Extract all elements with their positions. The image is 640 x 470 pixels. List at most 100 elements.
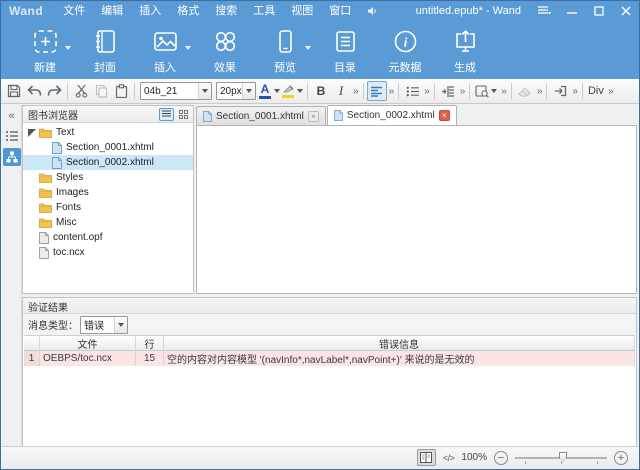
redo-button[interactable]	[44, 81, 64, 101]
detail-view-button[interactable]	[159, 108, 174, 121]
collapse-panel-button[interactable]: «	[3, 108, 21, 124]
tree-item-content-opf[interactable]: content.opf	[23, 230, 193, 245]
minimize-button[interactable]	[558, 1, 585, 21]
eraser-button[interactable]	[515, 81, 535, 101]
book-view-button[interactable]	[417, 449, 436, 466]
menu-insert[interactable]: 插入	[131, 1, 169, 21]
tree-item-styles-folder[interactable]: Styles	[23, 170, 193, 185]
grid-view-button[interactable]	[176, 108, 191, 121]
ribbon-label: 预览	[274, 59, 296, 75]
ribbon-label: 生成	[454, 59, 476, 75]
expander-icon[interactable]	[28, 129, 36, 137]
ribbon-effects-button[interactable]: 效果	[195, 24, 255, 79]
bullet-list-button[interactable]	[402, 81, 422, 101]
chevron-down-icon	[242, 83, 255, 99]
overflow-chevron[interactable]: »	[606, 86, 615, 97]
font-color-label: A	[261, 84, 270, 95]
insert-section-button[interactable]	[550, 81, 570, 101]
overflow-chevron[interactable]: »	[458, 86, 467, 97]
list-view-icon[interactable]	[3, 128, 21, 144]
ribbon-generate-button[interactable]: 生成	[435, 24, 495, 79]
ribbon-cover-button[interactable]: 封面	[75, 24, 135, 79]
tree-item-section-0002[interactable]: Section_0002.xhtml	[23, 155, 193, 170]
overflow-chevron[interactable]: »	[351, 86, 360, 97]
menu-format[interactable]: 格式	[169, 1, 207, 21]
tab-close-button[interactable]: ×	[308, 111, 319, 122]
ribbon-label: 新建	[34, 59, 56, 75]
tree-item-section-0001[interactable]: Section_0001.xhtml	[23, 140, 193, 155]
tree-item-images-folder[interactable]: Images	[23, 185, 193, 200]
page-preview-button[interactable]	[473, 81, 499, 101]
tree-item-fonts-folder[interactable]: Fonts	[23, 200, 193, 215]
paste-button[interactable]	[111, 81, 131, 101]
code-view-button[interactable]: </>	[443, 453, 455, 463]
tab-section-0001[interactable]: Section_0001.xhtml ×	[196, 106, 326, 125]
ribbon-insert-button[interactable]: 插入	[135, 24, 195, 79]
document-editor[interactable]	[196, 125, 637, 294]
validation-panel: 验证结果 消息类型： 错误 文件 行 错误信息 1 OEBPS/toc.ncx …	[22, 297, 637, 447]
tree-item-misc-folder[interactable]: Misc	[23, 215, 193, 230]
tree-item-toc-ncx[interactable]: toc.ncx	[23, 245, 193, 260]
ribbon-preview-button[interactable]: 预览	[255, 24, 315, 79]
ribbon-metadata-button[interactable]: i 元数据	[375, 24, 435, 79]
copy-button[interactable]	[91, 81, 111, 101]
menu-tools[interactable]: 工具	[245, 1, 283, 21]
font-family-select[interactable]: 04b_21	[140, 82, 212, 100]
tree-item-label: Text	[56, 127, 74, 138]
metadata-info-icon: i	[392, 24, 419, 58]
xhtml-file-icon	[52, 142, 62, 154]
book-browser-sitemap-icon[interactable]	[3, 148, 21, 166]
tab-section-0002[interactable]: Section_0002.xhtml ×	[327, 105, 457, 125]
menu-search[interactable]: 搜索	[207, 1, 245, 21]
overflow-chevron[interactable]: »	[499, 86, 508, 97]
validation-error-row[interactable]: 1 OEBPS/toc.ncx 15 空的内容对内容模型 '(navInfo*,…	[24, 351, 635, 366]
font-color-button[interactable]: A	[259, 81, 280, 101]
zoom-level: 100%	[461, 452, 487, 463]
save-button[interactable]	[4, 81, 24, 101]
column-header-line[interactable]: 行	[136, 336, 164, 351]
zoom-slider[interactable]	[515, 451, 607, 465]
ribbon-label: 插入	[154, 59, 176, 75]
column-header-file[interactable]: 文件	[40, 336, 136, 351]
highlight-color-button[interactable]	[282, 81, 303, 101]
overflow-chevron[interactable]: »	[422, 86, 431, 97]
div-button[interactable]: Div	[586, 81, 606, 101]
font-family-value: 04b_21	[144, 86, 177, 97]
column-header-message[interactable]: 错误信息	[164, 336, 635, 351]
ribbon-new-button[interactable]: 新建	[15, 24, 75, 79]
indent-button[interactable]	[438, 81, 458, 101]
undo-button[interactable]	[24, 81, 44, 101]
maximize-button[interactable]	[585, 1, 612, 21]
overflow-chevron[interactable]: »	[570, 86, 579, 97]
overflow-chevron[interactable]: »	[535, 86, 544, 97]
validation-title: 验证结果	[23, 298, 636, 314]
tab-close-button[interactable]: ×	[439, 110, 450, 121]
window-title: untitled.epub* - Wand	[416, 5, 521, 17]
close-button[interactable]	[612, 1, 639, 21]
tree-item-label: Section_0001.xhtml	[66, 142, 154, 153]
zoom-out-button[interactable]: −	[494, 451, 508, 465]
tree-item-text-folder[interactable]: Text	[23, 125, 193, 140]
menu-window[interactable]: 窗口	[321, 1, 359, 21]
italic-button[interactable]: I	[331, 81, 351, 101]
cut-button[interactable]	[71, 81, 91, 101]
zoom-in-button[interactable]: +	[614, 451, 628, 465]
overflow-chevron[interactable]: »	[387, 86, 396, 97]
ribbon-toc-button[interactable]: 目录	[315, 24, 375, 79]
xhtml-file-icon	[203, 111, 212, 122]
align-left-button[interactable]	[367, 81, 387, 101]
toolbar-menu-button[interactable]	[531, 1, 558, 21]
file-icon	[39, 247, 49, 259]
bold-button[interactable]: B	[311, 81, 331, 101]
message-type-select[interactable]: 错误	[80, 316, 128, 334]
menu-edit[interactable]: 编辑	[93, 1, 131, 21]
toolbar-separator	[546, 83, 547, 99]
speaker-icon[interactable]	[367, 6, 378, 16]
chevron-down-icon	[274, 89, 280, 93]
toolbar-separator	[398, 83, 399, 99]
menu-file[interactable]: 文件	[55, 1, 93, 21]
column-header-rownum[interactable]	[24, 336, 40, 351]
font-size-select[interactable]: 20px	[216, 82, 256, 100]
menu-view[interactable]: 视图	[283, 1, 321, 21]
new-document-icon	[32, 24, 59, 58]
